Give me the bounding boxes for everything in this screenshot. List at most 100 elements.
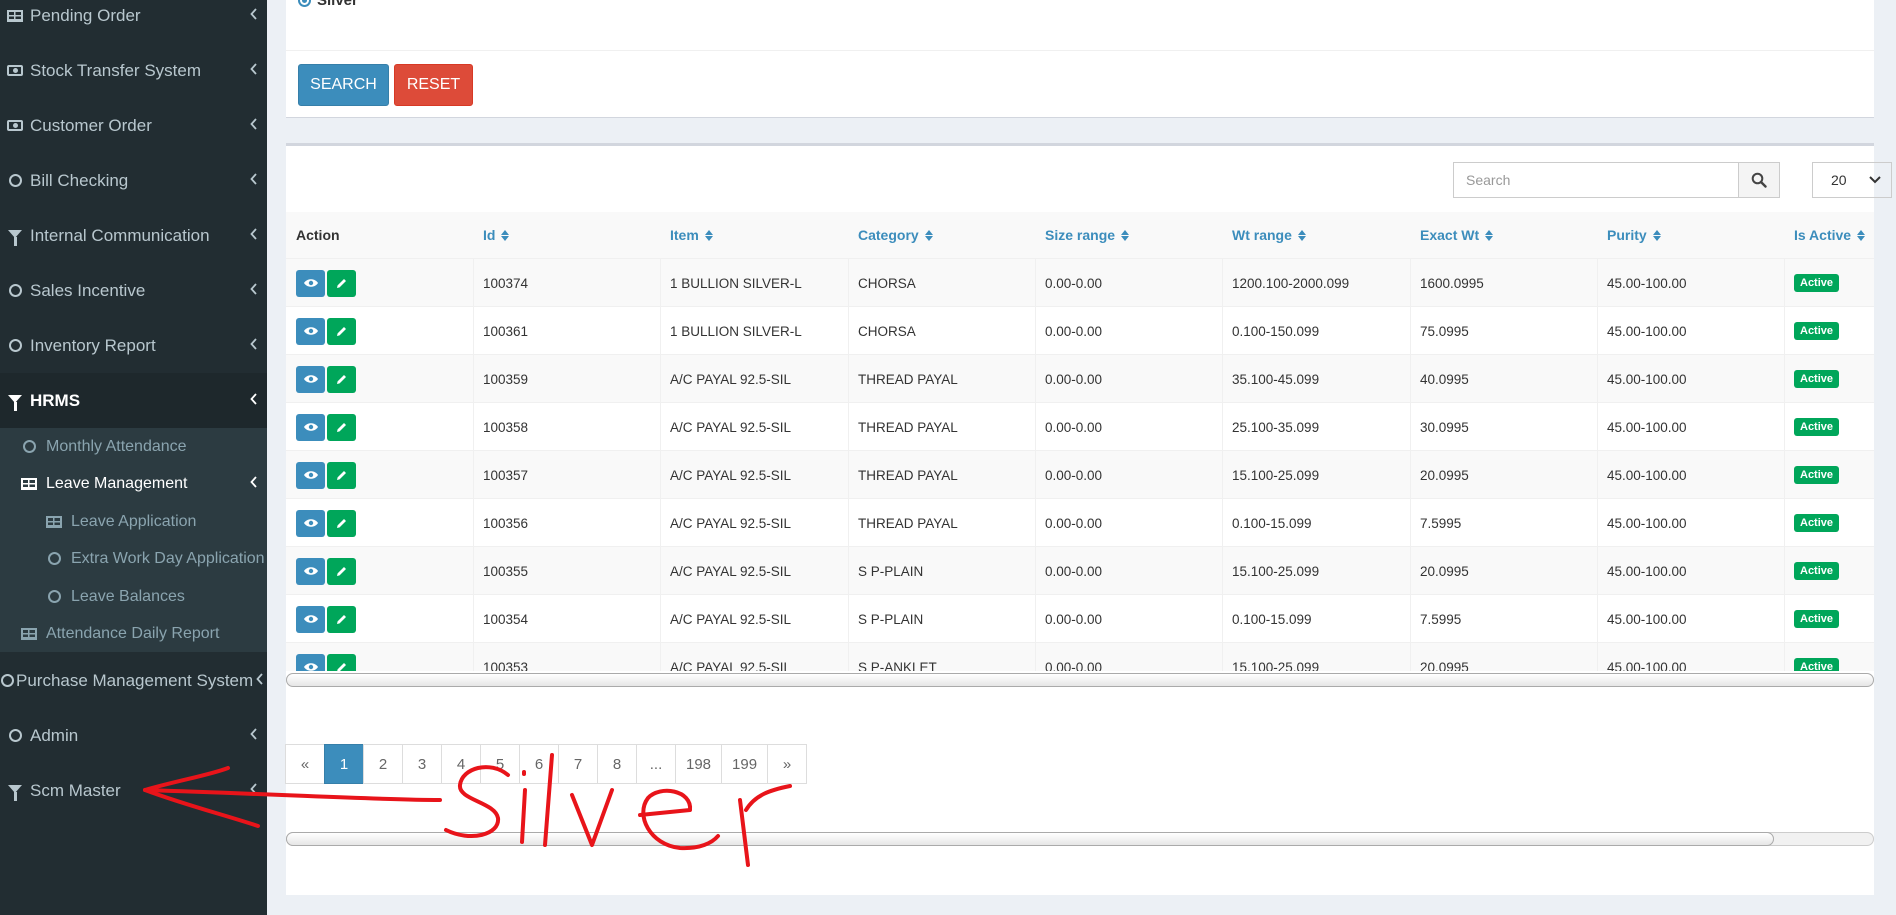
pagination-page[interactable]: 7 [558, 744, 598, 784]
pagination-page[interactable]: 5 [480, 744, 520, 784]
pencil-icon [337, 518, 346, 528]
column-header-item[interactable]: Item [670, 227, 713, 243]
table-cell-wrap: 15.100-25.099 [1232, 643, 1319, 672]
sidebar-item-hrms[interactable]: HRMS [0, 373, 267, 428]
hrms-submenu: Monthly Attendance Leave Management Leave … [0, 428, 267, 652]
column-header-purity[interactable]: Purity [1607, 227, 1661, 243]
table-cell: 0.100-15.099 [1232, 515, 1312, 531]
pagination-page[interactable]: 198 [675, 744, 723, 784]
pagination-page[interactable]: 6 [519, 744, 559, 784]
table-cell: 20.0995 [1420, 467, 1469, 483]
pagination-prev[interactable]: « [285, 744, 325, 784]
edit-button[interactable] [327, 509, 356, 537]
pagination-next[interactable]: » [767, 744, 808, 784]
eye-icon [303, 375, 318, 383]
search-button[interactable]: SEARCH [298, 64, 389, 106]
radio-selected-icon[interactable] [298, 0, 311, 7]
table-cell-wrap: 1200.100-2000.099 [1232, 259, 1349, 307]
pagination-page[interactable]: 8 [597, 744, 637, 784]
submenu-item-leave-balances[interactable]: Leave Balances [0, 578, 267, 615]
sort-icon [1857, 229, 1866, 241]
table-cell: 75.0995 [1420, 323, 1469, 339]
column-header-exact-wt[interactable]: Exact Wt [1420, 227, 1494, 243]
column-separator [1035, 643, 1036, 671]
view-button[interactable] [296, 365, 325, 393]
edit-button[interactable] [327, 557, 356, 585]
pagination-page[interactable]: 3 [402, 744, 442, 784]
column-separator [848, 499, 849, 547]
column-header-id[interactable]: Id [483, 227, 510, 243]
sidebar-item-label: Internal Communication [30, 225, 210, 245]
sidebar-item-purchase-management-system[interactable]: Purchase Management System [0, 653, 267, 708]
sidebar-item-inventory-report[interactable]: Inventory Report [0, 318, 267, 373]
column-separator [1035, 307, 1036, 355]
submenu-icon-wrap [18, 440, 40, 453]
column-header-wt-range[interactable]: Wt range [1232, 227, 1306, 243]
sidebar-item-icon-wrap [0, 674, 16, 687]
edit-button[interactable] [327, 317, 356, 345]
table-icon [46, 515, 62, 528]
reset-button[interactable]: RESET [394, 64, 473, 106]
page-horizontal-scrollbar-thumb[interactable] [286, 832, 1774, 846]
table-cell: 100353 [483, 659, 529, 672]
sidebar-item-internal-communication[interactable]: Internal Communication [0, 208, 267, 263]
view-button[interactable] [296, 509, 325, 537]
page-size-select[interactable]: 20 [1812, 162, 1892, 198]
submenu-icon-wrap [18, 477, 40, 490]
submenu-item-attendance-daily-report[interactable]: Attendance Daily Report [0, 615, 267, 652]
table-cell-wrap: 0.00-0.00 [1045, 499, 1102, 547]
pagination-page[interactable]: 199 [721, 744, 769, 784]
view-button[interactable] [296, 461, 325, 489]
column-header-size-range[interactable]: Size range [1045, 227, 1130, 243]
table-cell: 35.100-45.099 [1232, 371, 1320, 387]
money-icon [7, 120, 23, 131]
submenu-item-leave-management[interactable]: Leave Management [0, 465, 267, 502]
view-button[interactable] [296, 269, 325, 297]
pagination-page[interactable]: 4 [441, 744, 481, 784]
column-separator [1784, 451, 1785, 499]
table-horizontal-scrollbar[interactable] [286, 673, 1874, 687]
table-cell: 45.00-100.00 [1607, 323, 1687, 339]
table-cell-wrap: 0.100-15.099 [1232, 595, 1312, 643]
sidebar-item-icon-wrap [0, 174, 30, 187]
view-button[interactable] [296, 413, 325, 441]
submenu-item-monthly-attendance[interactable]: Monthly Attendance [0, 428, 267, 465]
sidebar-item-scm-master[interactable]: Scm Master [0, 763, 267, 818]
table-cell: A/C PAYAL 92.5-SIL [670, 467, 792, 483]
submenu-item-extra-work-day-application[interactable]: Extra Work Day Application [0, 540, 267, 577]
column-separator [848, 259, 849, 307]
table-cell-wrap: A/C PAYAL 92.5-SIL [670, 355, 791, 403]
sidebar-item-sales-incentive[interactable]: Sales Incentive [0, 263, 267, 318]
sidebar-item-admin[interactable]: Admin [0, 708, 267, 763]
column-separator [473, 499, 474, 547]
column-separator [848, 307, 849, 355]
column-header-category[interactable]: Category [858, 227, 933, 243]
table-cell-wrap: 0.100-15.099 [1232, 499, 1312, 547]
pagination-page[interactable]: 2 [363, 744, 403, 784]
edit-button[interactable] [327, 269, 356, 297]
edit-button[interactable] [327, 413, 356, 441]
column-header-is-active[interactable]: Is Active [1794, 227, 1866, 243]
table-search-button[interactable] [1739, 162, 1780, 198]
edit-button[interactable] [327, 461, 356, 489]
column-separator [473, 355, 474, 403]
sidebar-item-customer-order[interactable]: Customer Order [0, 98, 267, 153]
view-button[interactable] [296, 653, 325, 671]
table-search-input[interactable] [1453, 162, 1739, 198]
chevron-left-icon [241, 782, 267, 799]
table-cell-wrap: A/C PAYAL 92.5-SIL [670, 595, 791, 643]
edit-button[interactable] [327, 653, 356, 671]
view-button[interactable] [296, 317, 325, 345]
edit-button[interactable] [327, 605, 356, 633]
edit-button[interactable] [327, 365, 356, 393]
view-button[interactable] [296, 557, 325, 585]
sidebar-item-bill-checking[interactable]: Bill Checking [0, 153, 267, 208]
pagination-page[interactable]: 1 [324, 744, 364, 784]
sidebar-item-stock-transfer-system[interactable]: Stock Transfer System [0, 43, 267, 98]
submenu-item-leave-application[interactable]: Leave Application [0, 503, 267, 540]
table-cell: 7.5995 [1420, 515, 1462, 531]
silver-radio-option[interactable]: Silver [298, 0, 358, 9]
column-separator [473, 259, 474, 307]
sidebar-item-pending-order[interactable]: Pending Order [0, 0, 267, 43]
view-button[interactable] [296, 605, 325, 633]
